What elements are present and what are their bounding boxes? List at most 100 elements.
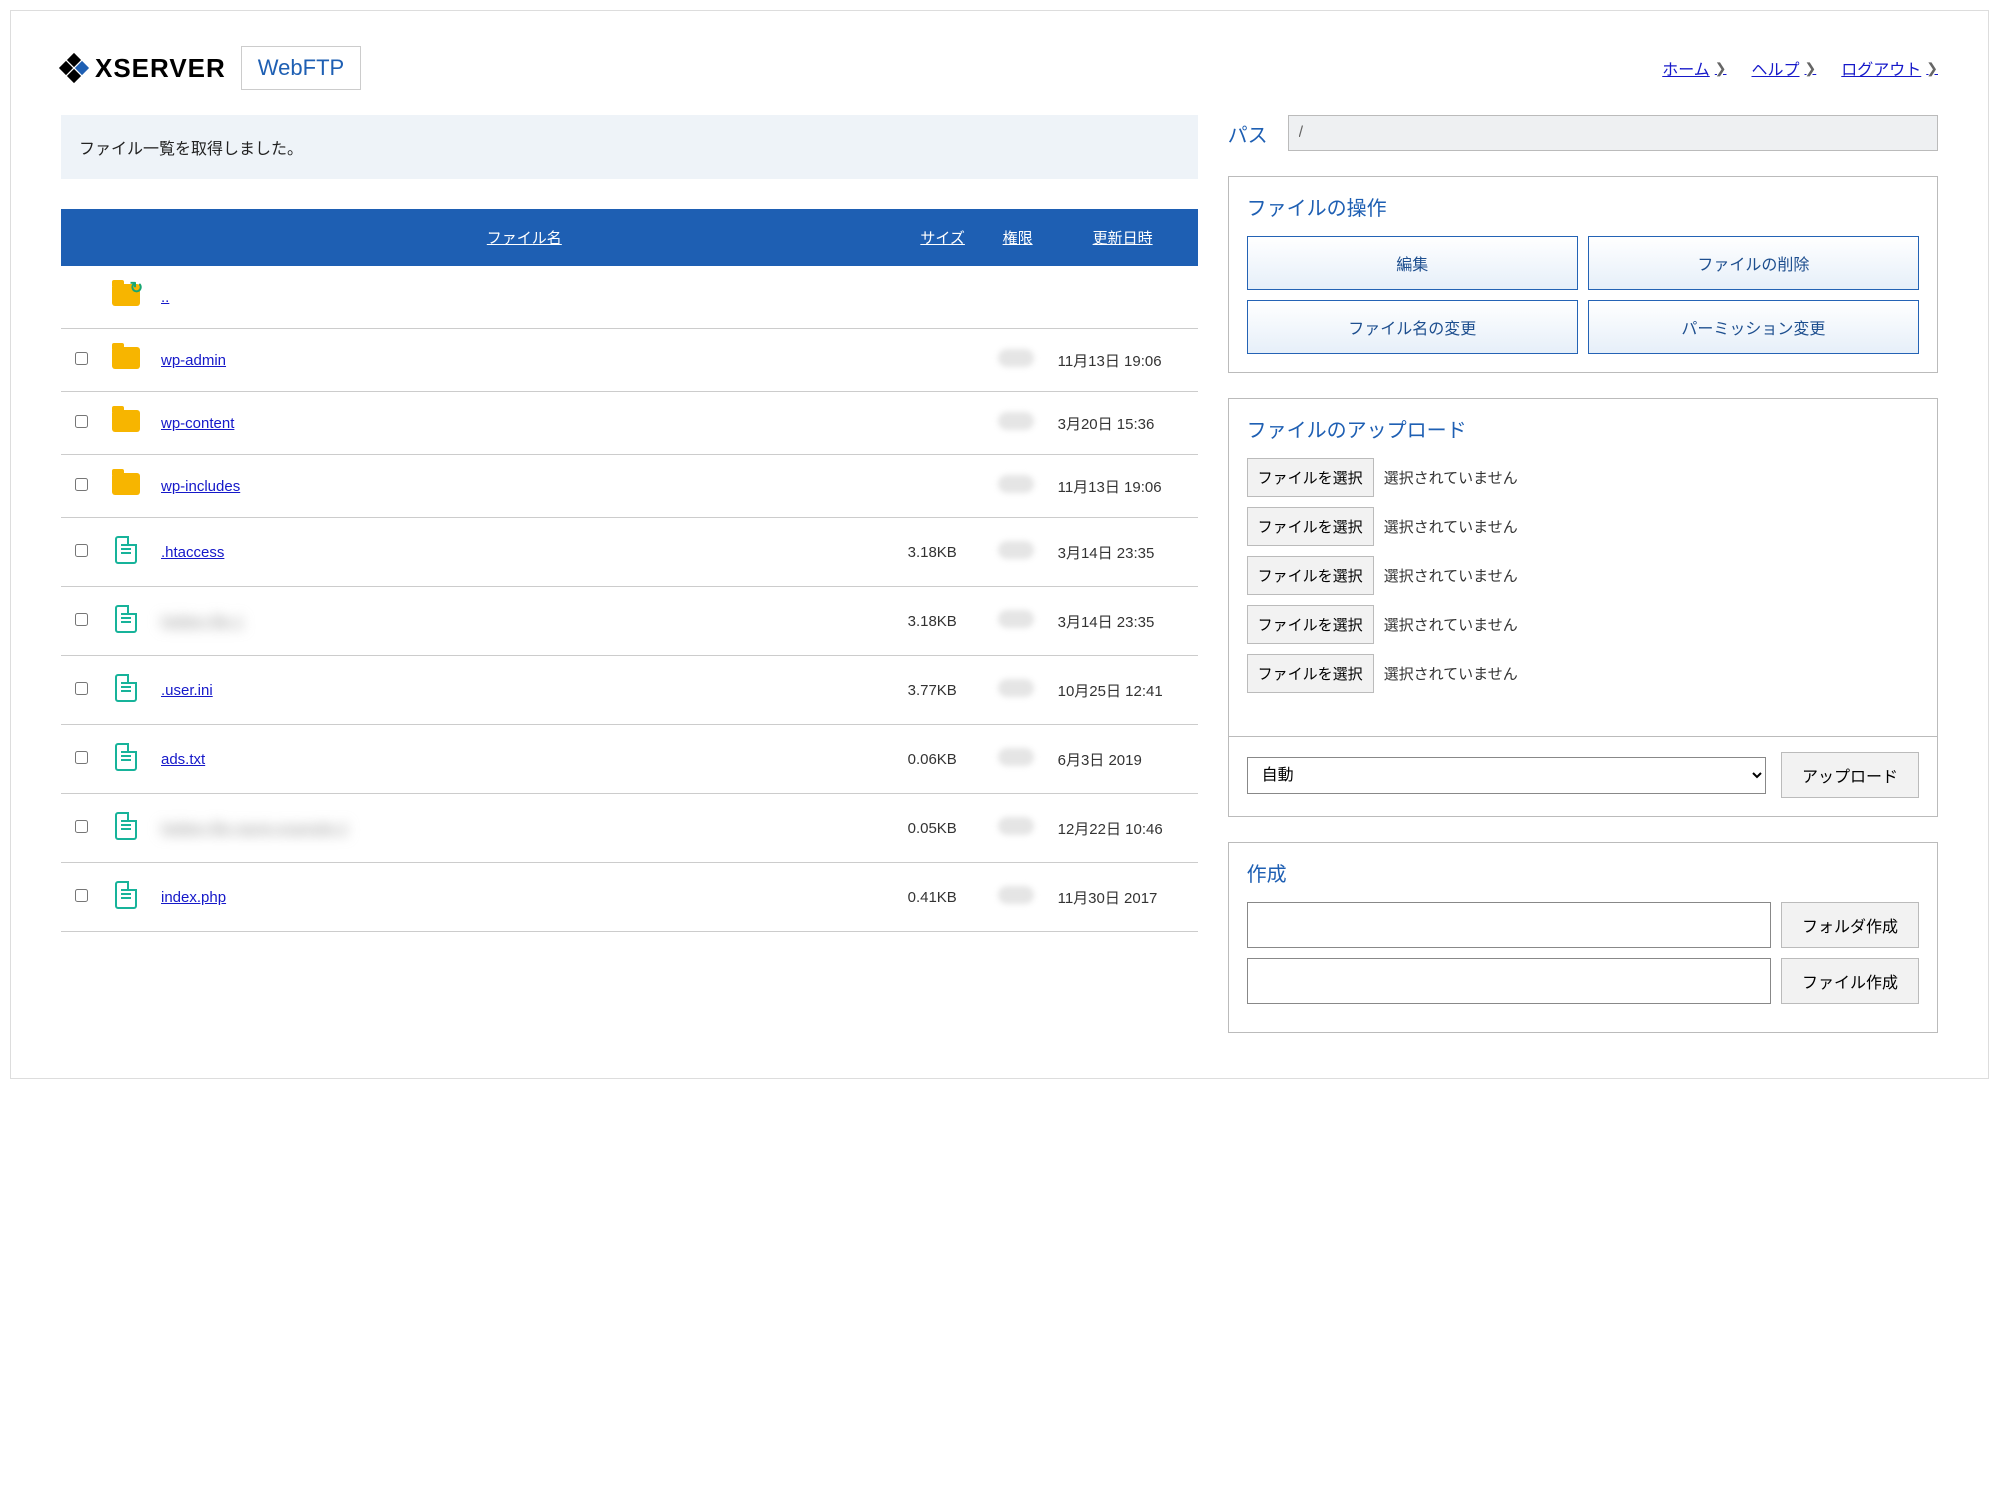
choose-file-button[interactable]: ファイルを選択 xyxy=(1247,556,1374,595)
file-ops-title: ファイルの操作 xyxy=(1229,177,1937,236)
brand-logo: XSERVER xyxy=(61,53,226,84)
permission-value xyxy=(998,679,1034,697)
file-size: 3.77KB xyxy=(898,656,988,725)
file-size: 0.05KB xyxy=(898,794,988,863)
delete-button[interactable]: ファイルの削除 xyxy=(1588,236,1919,290)
file-icon xyxy=(115,881,137,909)
create-file-button[interactable]: ファイル作成 xyxy=(1781,958,1919,1004)
sort-size-link[interactable]: サイズ xyxy=(920,230,965,247)
file-select-row: ファイルを選択選択されていません xyxy=(1247,605,1919,644)
table-row: hidden-file-name-example-2 0.05KB 12月22日 1… xyxy=(61,794,1198,863)
file-link[interactable]: wp-admin xyxy=(161,352,226,369)
permission-value xyxy=(998,475,1034,493)
file-link[interactable]: .htaccess xyxy=(161,544,224,561)
folder-icon xyxy=(112,410,140,432)
row-checkbox[interactable] xyxy=(75,889,88,902)
sort-perm-link[interactable]: 権限 xyxy=(1003,230,1033,247)
notice-banner: ファイル一覧を取得しました。 xyxy=(61,115,1198,179)
table-row: .htaccess3.18KB3月14日 23:35 xyxy=(61,518,1198,587)
file-link[interactable]: hidden-file-name-example-2 xyxy=(161,820,348,837)
row-checkbox[interactable] xyxy=(75,415,88,428)
file-size xyxy=(898,455,988,518)
folder-name-input[interactable] xyxy=(1247,902,1771,948)
permission-button[interactable]: パーミッション変更 xyxy=(1588,300,1919,354)
table-row: index.php0.41KB11月30日 2017 xyxy=(61,863,1198,932)
permission-value xyxy=(998,748,1034,766)
brand-text: XSERVER xyxy=(95,53,226,84)
nav-help-link[interactable]: ヘルプ❯ xyxy=(1752,56,1817,80)
file-link[interactable]: index.php xyxy=(161,889,226,906)
row-checkbox[interactable] xyxy=(75,751,88,764)
parent-row[interactable]: .. xyxy=(61,266,1198,329)
sort-updated-link[interactable]: 更新日時 xyxy=(1093,230,1153,247)
table-row: wp-content3月20日 15:36 xyxy=(61,392,1198,455)
choose-file-button[interactable]: ファイルを選択 xyxy=(1247,458,1374,497)
xserver-logo-icon xyxy=(61,55,87,81)
table-row: hidden-file-13.18KB3月14日 23:35 xyxy=(61,587,1198,656)
file-select-row: ファイルを選択選択されていません xyxy=(1247,507,1919,546)
no-file-text: 選択されていません xyxy=(1384,467,1518,488)
table-row: wp-includes11月13日 19:06 xyxy=(61,455,1198,518)
file-size: 0.06KB xyxy=(898,725,988,794)
table-row: .user.ini 3.77KB 10月25日 12:41 xyxy=(61,656,1198,725)
permission-value xyxy=(998,541,1034,559)
sort-name-link[interactable]: ファイル名 xyxy=(487,230,562,247)
upload-button[interactable]: アップロード xyxy=(1781,752,1919,798)
updated-date: 10月25日 12:41 xyxy=(1048,656,1198,725)
path-label: パス xyxy=(1228,119,1268,148)
upload-mode-select[interactable]: 自動 xyxy=(1247,757,1766,794)
folder-icon xyxy=(112,473,140,495)
chevron-right-icon: ❯ xyxy=(1926,60,1938,77)
file-link[interactable]: wp-content xyxy=(161,415,234,432)
no-file-text: 選択されていません xyxy=(1384,565,1518,586)
edit-button[interactable]: 編集 xyxy=(1247,236,1578,290)
path-input[interactable] xyxy=(1288,115,1938,151)
path-row: パス xyxy=(1228,115,1938,151)
file-name-input[interactable] xyxy=(1247,958,1771,1004)
nav-home-link[interactable]: ホーム❯ xyxy=(1662,56,1726,80)
choose-file-button[interactable]: ファイルを選択 xyxy=(1247,507,1374,546)
file-size: 3.18KB xyxy=(898,518,988,587)
file-size xyxy=(898,329,988,392)
row-checkbox[interactable] xyxy=(75,613,88,626)
file-link[interactable]: wp-includes xyxy=(161,478,240,495)
parent-link[interactable]: .. xyxy=(161,289,169,306)
no-file-text: 選択されていません xyxy=(1384,663,1518,684)
permission-value xyxy=(998,817,1034,835)
permission-value xyxy=(998,349,1034,367)
row-checkbox[interactable] xyxy=(75,352,88,365)
file-size: 3.18KB xyxy=(898,587,988,656)
table-row: ads.txt0.06KB6月3日 2019 xyxy=(61,725,1198,794)
upload-title: ファイルのアップロード xyxy=(1229,399,1937,458)
row-checkbox[interactable] xyxy=(75,544,88,557)
file-select-row: ファイルを選択選択されていません xyxy=(1247,458,1919,497)
choose-file-button[interactable]: ファイルを選択 xyxy=(1247,605,1374,644)
permission-value xyxy=(998,886,1034,904)
header-nav: ホーム❯ ヘルプ❯ ログアウト❯ xyxy=(1662,56,1938,80)
nav-logout-link[interactable]: ログアウト❯ xyxy=(1841,56,1938,80)
file-icon xyxy=(115,743,137,771)
chevron-right-icon: ❯ xyxy=(1805,60,1817,77)
create-title: 作成 xyxy=(1229,843,1937,902)
file-icon xyxy=(115,536,137,564)
file-link[interactable]: hidden-file-1 xyxy=(161,613,244,630)
choose-file-button[interactable]: ファイルを選択 xyxy=(1247,654,1374,693)
no-file-text: 選択されていません xyxy=(1384,614,1518,635)
file-link[interactable]: ads.txt xyxy=(161,751,205,768)
upload-panel: ファイルのアップロード ファイルを選択選択されていませんファイルを選択選択されて… xyxy=(1228,398,1938,817)
updated-date: 11月13日 19:06 xyxy=(1048,329,1198,392)
create-folder-button[interactable]: フォルダ作成 xyxy=(1781,902,1919,948)
row-checkbox[interactable] xyxy=(75,820,88,833)
row-checkbox[interactable] xyxy=(75,682,88,695)
updated-date: 12月22日 10:46 xyxy=(1048,794,1198,863)
permission-value xyxy=(998,610,1034,628)
no-file-text: 選択されていません xyxy=(1384,516,1518,537)
file-icon xyxy=(115,605,137,633)
permission-value xyxy=(998,412,1034,430)
rename-button[interactable]: ファイル名の変更 xyxy=(1247,300,1578,354)
folder-icon xyxy=(112,347,140,369)
row-checkbox[interactable] xyxy=(75,478,88,491)
file-ops-panel: ファイルの操作 編集 ファイルの削除 ファイル名の変更 パーミッション変更 xyxy=(1228,176,1938,373)
file-table: ファイル名 サイズ 権限 更新日時 .. wp-admi xyxy=(61,209,1198,932)
file-link[interactable]: .user.ini xyxy=(161,682,213,699)
